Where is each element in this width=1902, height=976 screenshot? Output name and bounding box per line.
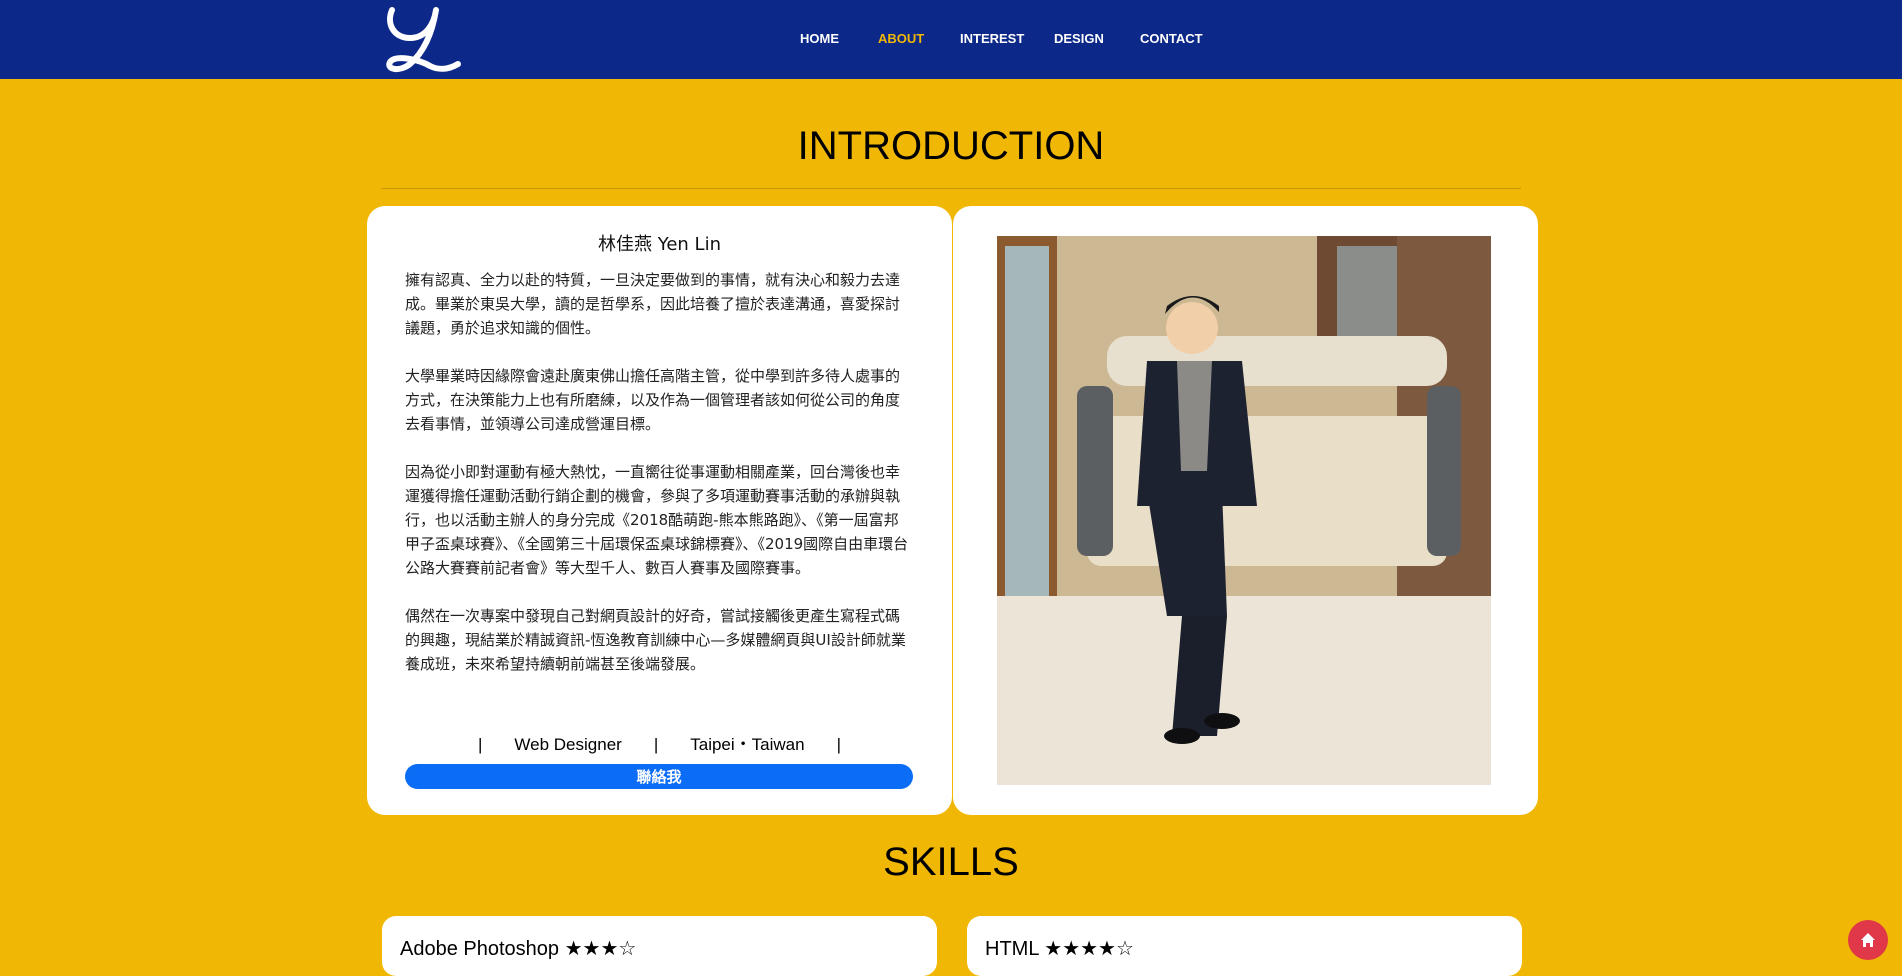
- meta-separator: |: [653, 735, 659, 754]
- skills-title: SKILLS: [883, 840, 1019, 884]
- bio-paragraph: 偶然在一次專案中發現自己對網頁設計的好奇，嘗試接觸後更產生寫程式碼的興趣，現結業…: [405, 607, 906, 673]
- nav-contact[interactable]: CONTACT: [1140, 31, 1203, 46]
- profile-name: 林佳燕 Yen Lin: [598, 234, 721, 255]
- back-to-top-button[interactable]: [1848, 920, 1888, 960]
- logo-y-icon[interactable]: [380, 4, 464, 74]
- nav-home[interactable]: HOME: [800, 31, 839, 46]
- profile-role: Web Designer: [514, 735, 622, 754]
- contact-me-button[interactable]: 聯絡我: [405, 764, 913, 789]
- intro-photo-card: [953, 206, 1538, 815]
- skill-card-photoshop: Adobe Photoshop ★★★☆: [382, 916, 937, 976]
- profile-photo: [997, 236, 1491, 785]
- bio-paragraph: 因為從小即對運動有極大熱忱，一直嚮往從事運動相關產業，回台灣後也幸運獲得擔任運動…: [405, 463, 909, 577]
- profile-location: Taipei・Taiwan: [690, 735, 805, 754]
- skill-card-html: HTML ★★★★☆: [967, 916, 1522, 976]
- home-icon: [1861, 933, 1875, 947]
- top-navbar: HOME ABOUT INTEREST DESIGN CONTACT: [0, 0, 1902, 79]
- nav-design[interactable]: DESIGN: [1054, 31, 1104, 46]
- profile-meta: | Web Designer | Taipei・Taiwan |: [367, 730, 952, 755]
- meta-separator: |: [477, 735, 483, 754]
- bio-text: 擁有認真、全力以赴的特質，一旦決定要做到的事情，就有決心和毅力去達成。畢業於東吳…: [405, 268, 913, 700]
- nav-about[interactable]: ABOUT: [878, 31, 924, 46]
- bio-paragraph: 大學畢業時因緣際會遠赴廣東佛山擔任高階主管，從中學到許多待人處事的方式，在決策能…: [405, 367, 901, 433]
- skill-label: Adobe Photoshop ★★★☆: [400, 938, 637, 960]
- skill-label: HTML ★★★★☆: [985, 938, 1134, 960]
- intro-text-card: 林佳燕 Yen Lin 擁有認真、全力以赴的特質，一旦決定要做到的事情，就有決心…: [367, 206, 952, 815]
- meta-separator: |: [836, 735, 841, 754]
- nav-interest[interactable]: INTEREST: [960, 31, 1024, 46]
- introduction-title: INTRODUCTION: [797, 124, 1105, 168]
- title-divider: [381, 188, 1521, 189]
- bio-paragraph: 擁有認真、全力以赴的特質，一旦決定要做到的事情，就有決心和毅力去達成。畢業於東吳…: [405, 271, 901, 337]
